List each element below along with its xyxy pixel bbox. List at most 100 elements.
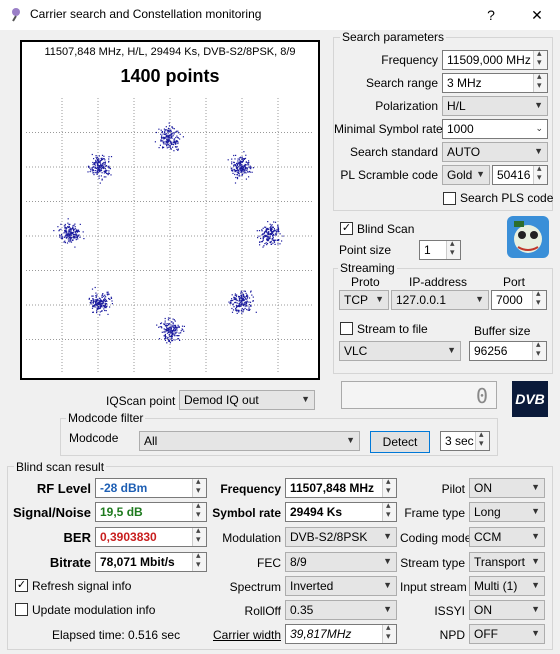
detect-time-input[interactable]: 3 sec bbox=[440, 431, 490, 451]
min-symbol-rate-combo[interactable]: 1000 ⌄ bbox=[442, 119, 548, 139]
signal-noise-field: 19,5 dB bbox=[95, 502, 207, 522]
npd-select[interactable]: OFF ▼ bbox=[469, 624, 545, 644]
stream-type-label: Stream type bbox=[400, 556, 465, 570]
chevron-down-icon: ▼ bbox=[447, 345, 456, 355]
issyi-select[interactable]: ON ▼ bbox=[469, 600, 545, 620]
proto-select[interactable]: TCP ▼ bbox=[339, 290, 389, 310]
constellation-cluster-4 bbox=[228, 290, 257, 314]
frequency-label: Frequency bbox=[381, 53, 438, 67]
iqscan-label: IQScan point bbox=[106, 394, 176, 408]
polarization-select[interactable]: H/L ▼ bbox=[442, 96, 548, 116]
pl-scramble-mode-select[interactable]: Gold ▼ bbox=[442, 165, 490, 185]
close-button[interactable]: ✕ bbox=[522, 4, 552, 26]
fec-select[interactable]: 8/9 ▼ bbox=[285, 552, 397, 572]
chevron-down-icon: ▼ bbox=[531, 580, 540, 590]
stream-type-select[interactable]: Transport ▼ bbox=[469, 552, 545, 572]
min-symbol-rate-label: Minimal Symbol rate bbox=[334, 122, 443, 136]
constellation-cluster-2 bbox=[227, 151, 254, 184]
search-pls-label: Search PLS code bbox=[460, 191, 554, 205]
constellation-panel: 11507,848 MHz, H/L, 29494 Ks, DVB-S2/8PS… bbox=[20, 40, 320, 380]
buffer-size-label: Buffer size bbox=[474, 324, 531, 338]
pl-scramble-label: PL Scramble code bbox=[340, 168, 438, 182]
help-button[interactable]: ? bbox=[476, 4, 506, 26]
search-range-spinner[interactable] bbox=[533, 74, 547, 92]
pl-scramble-value-input[interactable]: 50416 bbox=[492, 165, 548, 185]
chevron-down-icon: ▼ bbox=[534, 146, 543, 156]
spectrum-select[interactable]: Inverted ▼ bbox=[285, 576, 397, 596]
frame-type-select[interactable]: Long ▼ bbox=[469, 502, 545, 522]
search-range-input[interactable]: 3 MHz bbox=[442, 73, 548, 93]
stream-to-file-label: Stream to file bbox=[357, 322, 428, 336]
bitrate-label: Bitrate bbox=[49, 555, 91, 570]
chevron-down-icon: ▼ bbox=[346, 435, 355, 445]
chevron-down-icon: ▼ bbox=[475, 294, 484, 304]
input-stream-label: Input stream bbox=[400, 580, 467, 594]
chevron-down-icon: ⌄ bbox=[535, 123, 543, 133]
buffer-size-spinner[interactable] bbox=[532, 342, 546, 360]
modcode-select[interactable]: All ▼ bbox=[139, 431, 360, 451]
constellation-cluster-7 bbox=[53, 218, 85, 248]
port-label: Port bbox=[503, 275, 526, 289]
point-size-input[interactable]: 1 bbox=[419, 240, 461, 260]
blind-scan-checkbox[interactable]: ✓ bbox=[340, 222, 353, 235]
rf-level-spinner[interactable] bbox=[192, 479, 206, 497]
title-bar: Carrier search and Constellation monitor… bbox=[0, 0, 560, 30]
chevron-down-icon: ▼ bbox=[383, 580, 392, 590]
port-input[interactable]: 7000 bbox=[491, 290, 547, 310]
detect-button[interactable]: Detect bbox=[370, 431, 430, 453]
signal-noise-spinner[interactable] bbox=[192, 503, 206, 521]
modulation-select[interactable]: DVB-S2/8PSK ▼ bbox=[285, 527, 397, 547]
chevron-down-icon: ▼ bbox=[301, 394, 310, 404]
chevron-down-icon: ▼ bbox=[383, 556, 392, 566]
issyi-label: ISSYI bbox=[434, 604, 465, 618]
spectrum-label: Spectrum bbox=[229, 580, 281, 594]
ip-address-select[interactable]: 127.0.0.1 ▼ bbox=[391, 290, 489, 310]
coding-mode-select[interactable]: CCM ▼ bbox=[469, 527, 545, 547]
polarization-label: Polarization bbox=[375, 99, 438, 113]
carrier-width-label[interactable]: Carrier width bbox=[210, 628, 281, 642]
blind-scan-result-label: Blind scan result bbox=[14, 460, 107, 474]
pilot-select[interactable]: ON ▼ bbox=[469, 478, 545, 498]
stream-to-file-checkbox[interactable] bbox=[340, 322, 353, 335]
bitrate-spinner[interactable] bbox=[192, 553, 206, 571]
signal-noise-label: Signal/Noise bbox=[12, 505, 91, 520]
carrier-width-spinner[interactable] bbox=[382, 625, 396, 643]
constellation-chart bbox=[26, 98, 314, 374]
plot-info: 11507,848 MHz, H/L, 29494 Ks, DVB-S2/8PS… bbox=[44, 46, 296, 58]
update-modulation-label: Update modulation info bbox=[32, 603, 156, 617]
symbol-rate-spinner[interactable] bbox=[382, 503, 396, 521]
input-stream-select[interactable]: Multi (1) ▼ bbox=[469, 576, 545, 596]
ip-address-label: IP-address bbox=[409, 275, 468, 289]
proto-label: Proto bbox=[351, 275, 380, 289]
satellite-logo-icon[interactable] bbox=[506, 215, 550, 259]
chevron-down-icon: ▼ bbox=[531, 556, 540, 566]
symbol-rate-label: Symbol rate bbox=[212, 506, 281, 520]
refresh-signal-checkbox[interactable]: ✓ bbox=[15, 579, 28, 592]
detect-time-spinner[interactable] bbox=[475, 432, 489, 450]
rolloff-select[interactable]: 0.35 ▼ bbox=[285, 600, 397, 620]
iqscan-select[interactable]: Demod IQ out ▼ bbox=[179, 390, 315, 410]
constellation-cluster-8 bbox=[87, 153, 113, 184]
pl-scramble-spinner[interactable] bbox=[533, 166, 547, 184]
modcode-label: Modcode bbox=[69, 431, 119, 445]
window-title: Carrier search and Constellation monitor… bbox=[30, 7, 262, 21]
result-frequency-label: Frequency bbox=[220, 482, 281, 496]
ber-spinner[interactable] bbox=[192, 528, 206, 546]
frequency-spinner[interactable] bbox=[533, 51, 547, 69]
port-spinner[interactable] bbox=[532, 291, 546, 309]
point-size-spinner[interactable] bbox=[446, 241, 460, 259]
chevron-down-icon: ▼ bbox=[383, 604, 392, 614]
update-modulation-checkbox[interactable] bbox=[15, 603, 28, 616]
search-standard-select[interactable]: AUTO ▼ bbox=[442, 142, 548, 162]
chevron-down-icon: ▼ bbox=[531, 482, 540, 492]
search-pls-checkbox[interactable] bbox=[443, 192, 456, 205]
modcode-filter-label: Modcode filter bbox=[66, 411, 146, 425]
buffer-size-input[interactable]: 96256 bbox=[469, 341, 547, 361]
chevron-down-icon: ▼ bbox=[531, 604, 540, 614]
chevron-down-icon: ▼ bbox=[375, 294, 384, 304]
player-select[interactable]: VLC ▼ bbox=[339, 341, 461, 361]
point-size-label: Point size bbox=[339, 243, 392, 257]
result-frequency-spinner[interactable] bbox=[382, 479, 396, 497]
frequency-input[interactable]: 11509,000 MHz bbox=[442, 50, 548, 70]
constellation-cluster-3 bbox=[256, 221, 284, 248]
